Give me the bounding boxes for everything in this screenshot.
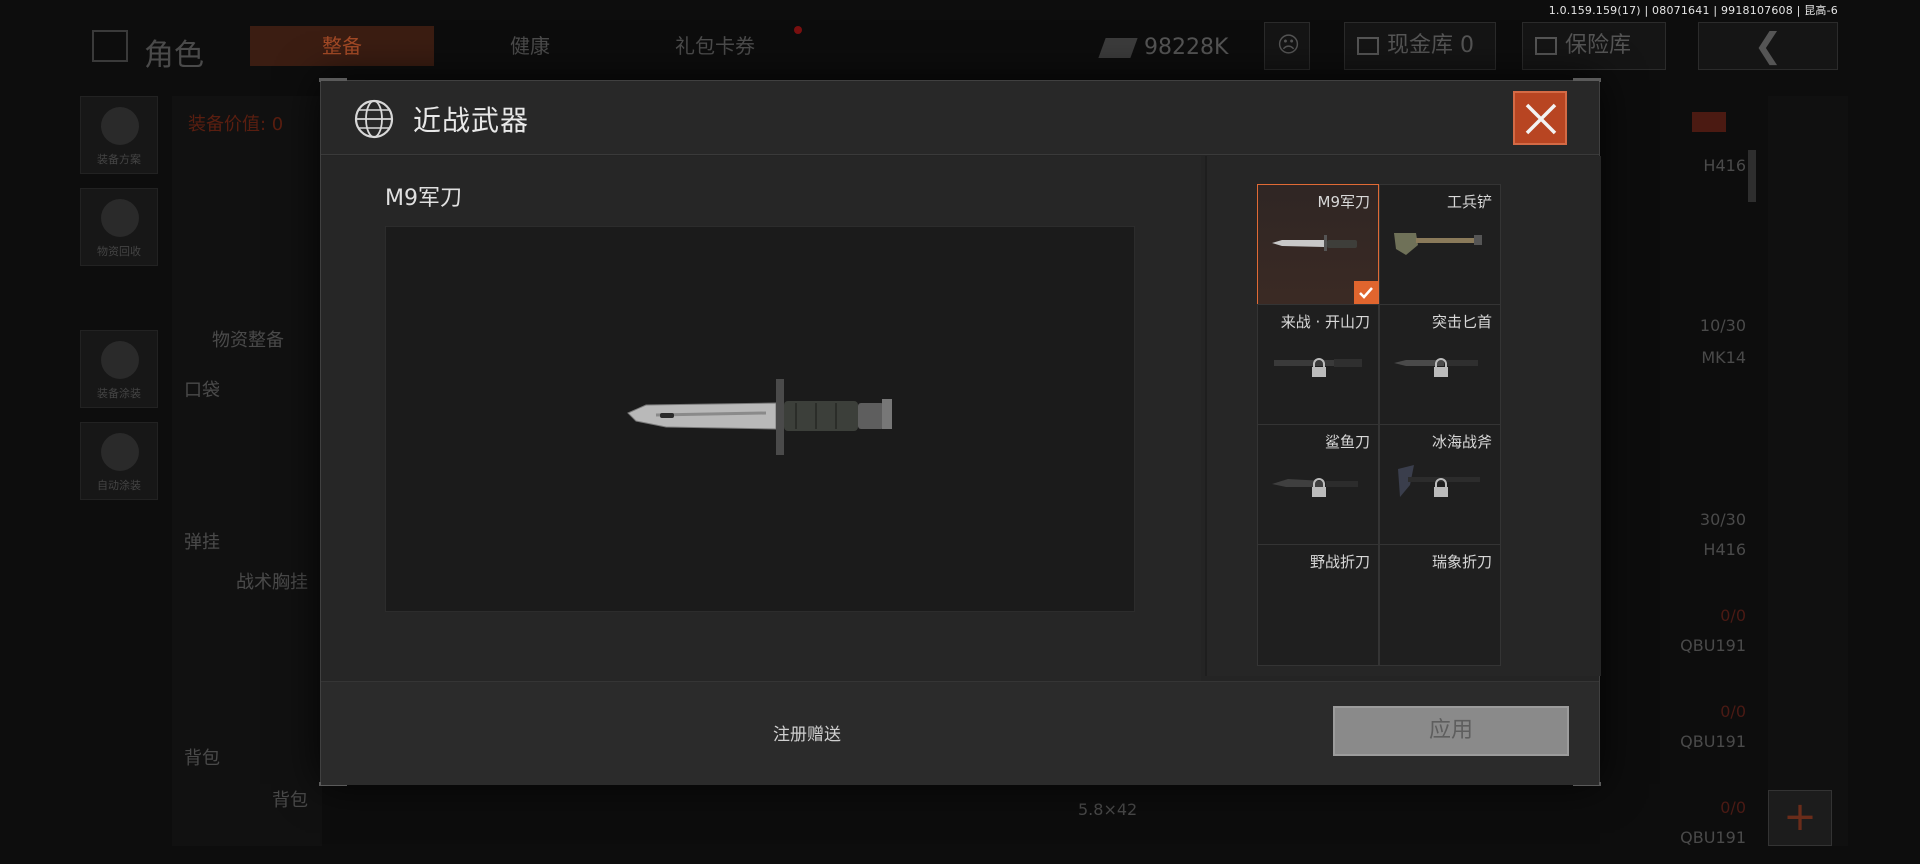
chart-icon [1357, 37, 1379, 55]
lock-icon [1434, 478, 1448, 497]
sidebar-label: 自动涂装 [97, 479, 141, 492]
selected-weapon-name: M9军刀 [385, 186, 462, 211]
weapon-grid: M9军刀 工兵铲 来战 · 开山刀 突击匕首 鲨鱼刀 冰海战斧 野战折刀 瑞象折… [1205, 156, 1601, 676]
weapon-name: QBU191 [1680, 828, 1746, 847]
weapon-card-dagger[interactable]: 突击匕首 [1379, 304, 1501, 426]
close-icon [1525, 103, 1557, 135]
supply-label: 物资整备 [212, 330, 284, 351]
weapon-card-ice-axe[interactable]: 冰海战斧 [1379, 424, 1501, 546]
magazine-label: 弹挂 [184, 532, 220, 553]
tab-gift-cards[interactable]: 礼包卡券 [640, 26, 790, 66]
stack-icon[interactable] [1692, 112, 1726, 132]
safe-box-label: 保险库 [1565, 33, 1632, 58]
weapon-name: H416 [1703, 156, 1746, 175]
weapon-name: QBU191 [1680, 636, 1746, 655]
currency-display: 98228K [1098, 30, 1229, 66]
weapon-card-label: 冰海战斧 [1431, 433, 1492, 451]
recycle-icon [101, 199, 139, 237]
ammo-count: 10/30 [1699, 316, 1746, 335]
equip-value: 装备价值: 0 [188, 114, 284, 135]
weapon-card-ruixiang-folder[interactable]: 瑞象折刀 [1379, 544, 1501, 666]
weapon-card-label: 瑞象折刀 [1431, 553, 1492, 571]
backpack-label: 背包 [272, 790, 308, 811]
back-button[interactable]: ❮ [1698, 22, 1838, 70]
weapon-detail: M9军刀 [321, 156, 1201, 681]
source-text: 注册赠送 [773, 725, 841, 745]
back-arrow-icon: ❮ [1753, 26, 1783, 66]
sidebar-label: 装备涂装 [97, 387, 141, 400]
cash-vault-button[interactable]: 现金库 0 [1344, 22, 1496, 70]
weapon-card-machete[interactable]: 来战 · 开山刀 [1257, 304, 1379, 426]
ammo-count: 0/0 [1720, 702, 1746, 721]
weapon-card-shovel[interactable]: 工兵铲 [1379, 184, 1501, 306]
safe-box-button[interactable]: 保险库 [1522, 22, 1666, 70]
page-title: 角色 [144, 38, 204, 73]
globe-icon [354, 99, 394, 139]
brush-gear-icon [101, 433, 139, 471]
user-button[interactable]: ☹ [1264, 22, 1310, 70]
user-icon: ☹ [1277, 33, 1300, 58]
close-button[interactable] [1513, 91, 1567, 145]
weapon-card-label: 来战 · 开山刀 [1280, 313, 1370, 331]
lock-icon [1312, 478, 1326, 497]
knife-icon [627, 379, 892, 455]
monitor-icon [1535, 37, 1557, 55]
weapon-card-label: 突击匕首 [1431, 313, 1492, 331]
shovel-icon [1394, 233, 1482, 255]
top-bar: 角色 整备 健康 礼包卡券 98228K ☹ 现金库 0 保险库 ❮ [0, 18, 1920, 74]
weapon-card-label: 野战折刀 [1309, 553, 1370, 571]
weapon-card-label: 鲨鱼刀 [1324, 433, 1370, 451]
dialog-title: 近战武器 [413, 104, 530, 137]
weapon-list: H416 10/30 MK14 30/30 H416 0/0 QBU191 0/… [1596, 96, 1746, 847]
sidebar-label: 物资回收 [97, 245, 141, 258]
money-icon [1098, 38, 1138, 58]
weapon-preview [385, 226, 1135, 612]
tab-health[interactable]: 健康 [470, 26, 590, 66]
cash-vault-label: 现金库 0 [1387, 33, 1474, 58]
app-logo-icon [92, 30, 128, 62]
equipment-panel: 装备价值: 0 物资整备 口袋 弹挂 战术胸挂 背包 背包 [172, 96, 322, 846]
soldier-icon [101, 341, 139, 379]
ammo-count: 0/0 [1720, 798, 1746, 817]
scrollbar[interactable] [1748, 150, 1756, 202]
melee-weapon-dialog: 近战武器 M9军刀 M9军刀 工兵铲 来战 · 开山刀 突击匕首 鲨鱼刀 冰海战… [319, 78, 1601, 786]
notification-dot [794, 26, 802, 34]
weapon-name: MK14 [1701, 348, 1746, 367]
caliber-label: 5.8×42 [1078, 800, 1138, 819]
weapon-card-field-folder[interactable]: 野战折刀 [1257, 544, 1379, 666]
sidebar-item-autoskin[interactable]: 自动涂装 [80, 422, 158, 500]
weapon-card-label: M9军刀 [1317, 193, 1371, 211]
right-tool-column [1768, 96, 1848, 846]
currency-value: 98228K [1144, 35, 1229, 60]
apply-button[interactable]: 应用 [1333, 706, 1569, 756]
add-button[interactable]: + [1768, 790, 1832, 846]
weapon-card-shark-knife[interactable]: 鲨鱼刀 [1257, 424, 1379, 546]
sidebar-item-recycle[interactable]: 物资回收 [80, 188, 158, 266]
pocket-label: 口袋 [184, 380, 220, 401]
dialog-footer: 注册赠送 应用 [321, 681, 1599, 785]
ammo-count: 30/30 [1699, 510, 1746, 529]
sidebar-label: 装备方案 [97, 153, 141, 166]
selected-check-icon [1354, 281, 1378, 305]
weapon-card-label: 工兵铲 [1446, 193, 1492, 211]
ammo-count: 0/0 [1720, 606, 1746, 625]
tab-equip[interactable]: 整备 [250, 26, 434, 66]
sidebar-item-skin[interactable]: 装备涂装 [80, 330, 158, 408]
weapon-name: H416 [1703, 540, 1746, 559]
lock-icon [1312, 358, 1326, 377]
side-menu: 装备方案 物资回收 装备涂装 自动涂装 [80, 96, 160, 514]
weapon-card-m9[interactable]: M9军刀 [1257, 184, 1379, 306]
sidebar-item-loadout[interactable]: 装备方案 [80, 96, 158, 174]
knife-icon [1272, 235, 1357, 251]
weapon-name: QBU191 [1680, 732, 1746, 751]
helmet-icon [101, 107, 139, 145]
vest-label: 战术胸挂 [236, 572, 308, 593]
backpack-section-label: 背包 [184, 748, 220, 769]
lock-icon [1434, 358, 1448, 377]
dialog-header: 近战武器 [321, 81, 1599, 155]
